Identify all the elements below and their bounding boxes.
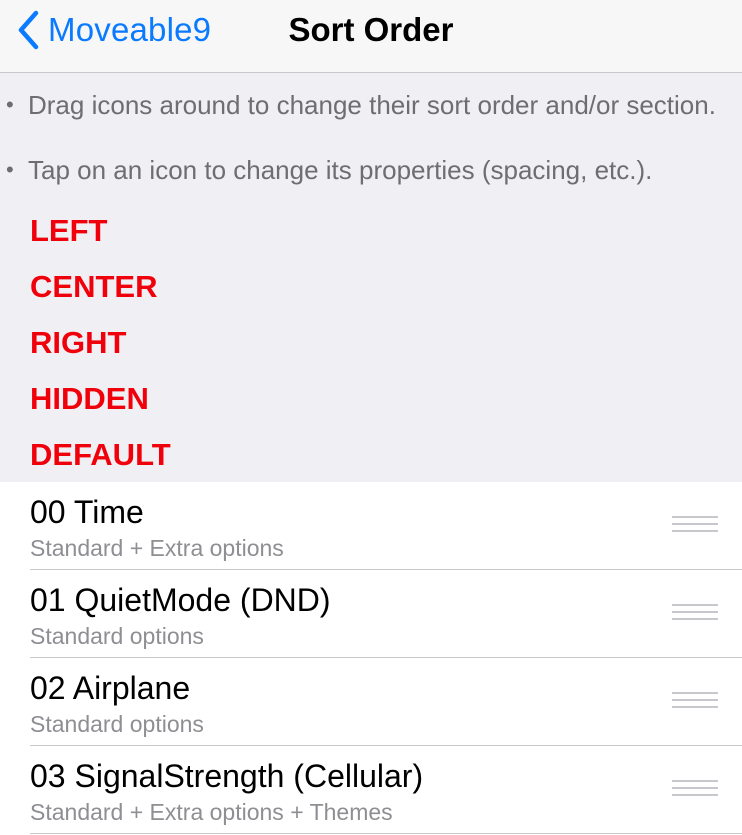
item-subtitle: Standard + Extra options + Themes — [30, 799, 393, 825]
item-subtitle: Standard + Extra options — [30, 535, 284, 561]
item-subtitle: Standard options — [30, 711, 204, 737]
section-hidden[interactable]: HIDDEN — [30, 379, 149, 419]
list-item[interactable]: 01 QuietMode (DND) Standard options — [0, 570, 742, 658]
section-center[interactable]: CENTER — [30, 267, 157, 307]
screen: Sort Order Moveable9 • Drag icons around… — [0, 0, 742, 835]
section-left[interactable]: LEFT — [30, 211, 108, 251]
row-separator — [30, 833, 742, 834]
instructions-header: • Drag icons around to change their sort… — [0, 73, 742, 201]
section-right[interactable]: RIGHT — [30, 323, 126, 363]
chevron-left-icon — [10, 8, 46, 52]
list-item[interactable]: 02 Airplane Standard options — [0, 658, 742, 746]
section-list: LEFT CENTER RIGHT HIDDEN DEFAULT — [0, 201, 742, 482]
list-item[interactable]: 03 SignalStrength (Cellular) Standard + … — [0, 746, 742, 834]
reorder-handle-icon[interactable] — [672, 516, 718, 538]
reorder-handle-icon[interactable] — [672, 780, 718, 802]
list-item[interactable]: 00 Time Standard + Extra options — [0, 482, 742, 570]
item-subtitle: Standard options — [30, 623, 204, 649]
instruction-text: Drag icons around to change their sort o… — [28, 90, 716, 120]
item-title: 00 Time — [30, 494, 144, 530]
icon-list: 00 Time Standard + Extra options 01 Quie… — [0, 482, 742, 835]
back-label: Moveable9 — [48, 11, 212, 48]
instruction-item: • Tap on an icon to change its propertie… — [6, 154, 726, 186]
bullet-icon: • — [6, 92, 14, 117]
item-title: 03 SignalStrength (Cellular) — [30, 758, 424, 794]
item-title: 02 Airplane — [30, 670, 191, 706]
item-title: 01 QuietMode (DND) — [30, 582, 331, 618]
section-default[interactable]: DEFAULT — [30, 435, 171, 475]
back-button[interactable]: Moveable9 — [10, 0, 211, 60]
instruction-text: Tap on an icon to change its properties … — [28, 155, 653, 185]
reorder-handle-icon[interactable] — [672, 604, 718, 626]
instruction-item: • Drag icons around to change their sort… — [6, 89, 726, 121]
bullet-icon: • — [6, 157, 14, 182]
navigation-bar: Sort Order Moveable9 — [0, 0, 742, 73]
reorder-handle-icon[interactable] — [672, 692, 718, 714]
